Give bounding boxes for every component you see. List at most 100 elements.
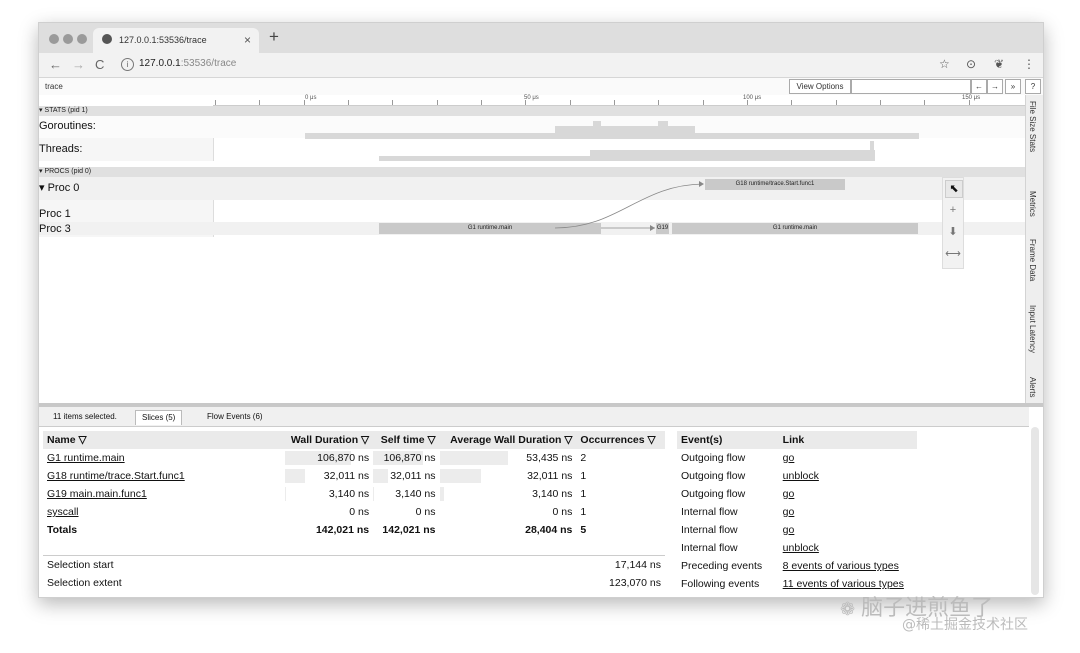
table-row[interactable]: syscall 0 ns 0 ns 0 ns 1	[43, 503, 665, 521]
find-prev-button[interactable]: ←	[971, 79, 987, 94]
tab-slices[interactable]: Slices (5)	[135, 410, 183, 425]
wall-duration-bar	[284, 487, 287, 501]
goroutines-counter-bar[interactable]	[305, 133, 919, 139]
ruler-tick	[836, 100, 837, 105]
browser-window: 127.0.0.1:53536/trace × + ← → C i 127.0.…	[38, 22, 1044, 598]
goroutines-counter-bar[interactable]	[593, 121, 601, 126]
pan-tool-icon[interactable]: ⬇	[945, 224, 961, 240]
self-time-bar	[373, 469, 389, 483]
url-field[interactable]: 127.0.0.1:53536/trace	[139, 58, 236, 69]
flow-link-cell[interactable]: go	[779, 449, 917, 467]
threads-counter-bar[interactable]	[870, 141, 874, 150]
tab-file-size-stats[interactable]: File Size Stats	[1028, 101, 1037, 152]
slice-name-link[interactable]: syscall	[47, 506, 79, 518]
close-tab-icon[interactable]: ×	[244, 33, 251, 47]
col-self-time[interactable]: Self time ▽	[373, 431, 440, 449]
flow-link[interactable]: unblock	[783, 470, 819, 482]
flow-link[interactable]: go	[783, 452, 795, 464]
analysis-scrollbar[interactable]	[1031, 427, 1039, 595]
slice-g18[interactable]: G18 runtime/trace.Start.func1	[705, 179, 845, 190]
table-row: Outgoing flow go	[677, 449, 917, 467]
profile-icon[interactable]: ❦	[994, 57, 1004, 71]
slice-name-cell[interactable]: G1 runtime.main	[43, 449, 285, 467]
back-icon[interactable]: ←	[49, 57, 62, 72]
tab-metrics[interactable]: Metrics	[1028, 191, 1037, 217]
wall-duration-cell: 3,140 ns	[284, 485, 374, 503]
tab-flow-events[interactable]: Flow Events (6)	[201, 410, 269, 424]
close-window-dot[interactable]	[49, 34, 59, 44]
flow-link[interactable]: 11 events of various types	[783, 578, 904, 590]
slice-g19[interactable]: G19	[656, 223, 669, 234]
flow-link-cell[interactable]: go	[779, 503, 917, 521]
goroutines-counter-bar[interactable]	[658, 121, 668, 126]
timeline-view[interactable]: 0 μs 50 μs 100 μs 150 μs ▾ STATS (pid 1)…	[39, 95, 1025, 403]
slice-name-link[interactable]: G1 runtime.main	[47, 452, 125, 464]
tab-frame-data[interactable]: Frame Data	[1028, 239, 1037, 281]
col-occurrences[interactable]: Occurrences ▽	[576, 431, 665, 449]
more-button[interactable]: »	[1005, 79, 1021, 94]
info-icon[interactable]: i	[121, 58, 134, 71]
forward-icon[interactable]: →	[72, 57, 85, 72]
slice-name-cell[interactable]: syscall	[43, 503, 285, 521]
totals-avg: 28,404 ns	[525, 524, 573, 536]
flow-link-cell[interactable]: go	[779, 485, 917, 503]
timing-tool-icon[interactable]: ⟷	[945, 246, 961, 262]
find-next-button[interactable]: →	[987, 79, 1003, 94]
selection-table: Selection start 17,144 ns Selection exte…	[43, 555, 665, 592]
slice-name-cell[interactable]: G18 runtime/trace.Start.func1	[43, 467, 285, 485]
flow-link[interactable]: go	[783, 488, 795, 500]
slice-name-cell[interactable]: G19 main.main.func1	[43, 485, 285, 503]
avg-wall-bar	[439, 451, 508, 465]
flow-event-cell: Outgoing flow	[681, 470, 746, 482]
flow-link[interactable]: go	[783, 506, 795, 518]
extension-icon[interactable]: ⊙	[966, 57, 976, 71]
select-tool-icon[interactable]: ⬉	[945, 180, 963, 198]
procs-section-header[interactable]: ▾ PROCS (pid 0)	[39, 167, 1025, 177]
slice-g1-main-a[interactable]: G1 runtime.main	[379, 223, 601, 234]
flow-link-cell[interactable]: go	[779, 521, 917, 539]
zoom-tool-icon[interactable]: +	[945, 202, 961, 218]
table-row[interactable]: G1 runtime.main 106,870 ns 106,870 ns 53,43…	[43, 449, 665, 467]
slice-name-link[interactable]: G19 main.main.func1	[47, 488, 147, 500]
flow-link-cell[interactable]: unblock	[779, 467, 917, 485]
stats-section-header[interactable]: ▾ STATS (pid 1)	[39, 106, 1025, 116]
menu-icon[interactable]: ⋮	[1023, 57, 1035, 71]
help-button[interactable]: ?	[1025, 79, 1041, 94]
flow-event-cell: Internal flow	[681, 524, 738, 536]
trace-search-input[interactable]	[851, 79, 971, 94]
selection-start-value: 17,144 ns	[614, 559, 661, 571]
maximize-window-dot[interactable]	[77, 34, 87, 44]
ruler-label: 50 μs	[524, 95, 539, 101]
star-icon[interactable]: ☆	[939, 57, 950, 71]
col-average-wall-duration[interactable]: Average Wall Duration ▽	[439, 431, 577, 449]
table-row[interactable]: G18 runtime/trace.Start.func1 32,011 ns 32…	[43, 467, 665, 485]
threads-counter-bar[interactable]	[379, 156, 875, 161]
threads-counter-bar[interactable]	[590, 150, 875, 156]
avg-wall-bar	[439, 469, 481, 483]
slices-header-row: Name ▽ Wall Duration ▽ Self time ▽ Avera…	[43, 431, 665, 449]
flow-link-cell[interactable]: unblock	[779, 539, 917, 557]
new-tab-button[interactable]: +	[269, 27, 279, 47]
proc0-label[interactable]: ▾ Proc 0	[39, 181, 79, 194]
slice-name-link[interactable]: G18 runtime/trace.Start.func1	[47, 470, 185, 482]
flow-link-cell[interactable]: 8 events of various types	[779, 557, 917, 575]
flow-link[interactable]: go	[783, 524, 795, 536]
view-options-button[interactable]: View Options	[789, 79, 851, 94]
tab-alerts[interactable]: Alerts	[1028, 377, 1037, 397]
tab-input-latency[interactable]: Input Latency	[1028, 305, 1037, 353]
goroutines-counter-bar[interactable]	[555, 126, 695, 133]
self-time-value: 3,140 ns	[395, 488, 436, 500]
avg-wall-value: 53,435 ns	[526, 452, 573, 464]
selection-extent-label: Selection extent	[47, 577, 122, 589]
slice-g1-main-b[interactable]: G1 runtime.main	[672, 223, 918, 234]
minimize-window-dot[interactable]	[63, 34, 73, 44]
self-time-value: 106,870 ns	[383, 452, 436, 464]
table-row[interactable]: G19 main.main.func1 3,140 ns 3,140 ns 3,140…	[43, 485, 665, 503]
flow-link[interactable]: unblock	[783, 542, 819, 554]
browser-tab[interactable]: 127.0.0.1:53536/trace ×	[93, 28, 259, 53]
reload-icon[interactable]: C	[95, 57, 104, 72]
col-link: Link	[778, 431, 917, 449]
col-name[interactable]: Name ▽	[43, 431, 285, 449]
flow-link[interactable]: 8 events of various types	[783, 560, 899, 572]
col-wall-duration[interactable]: Wall Duration ▽	[284, 431, 374, 449]
